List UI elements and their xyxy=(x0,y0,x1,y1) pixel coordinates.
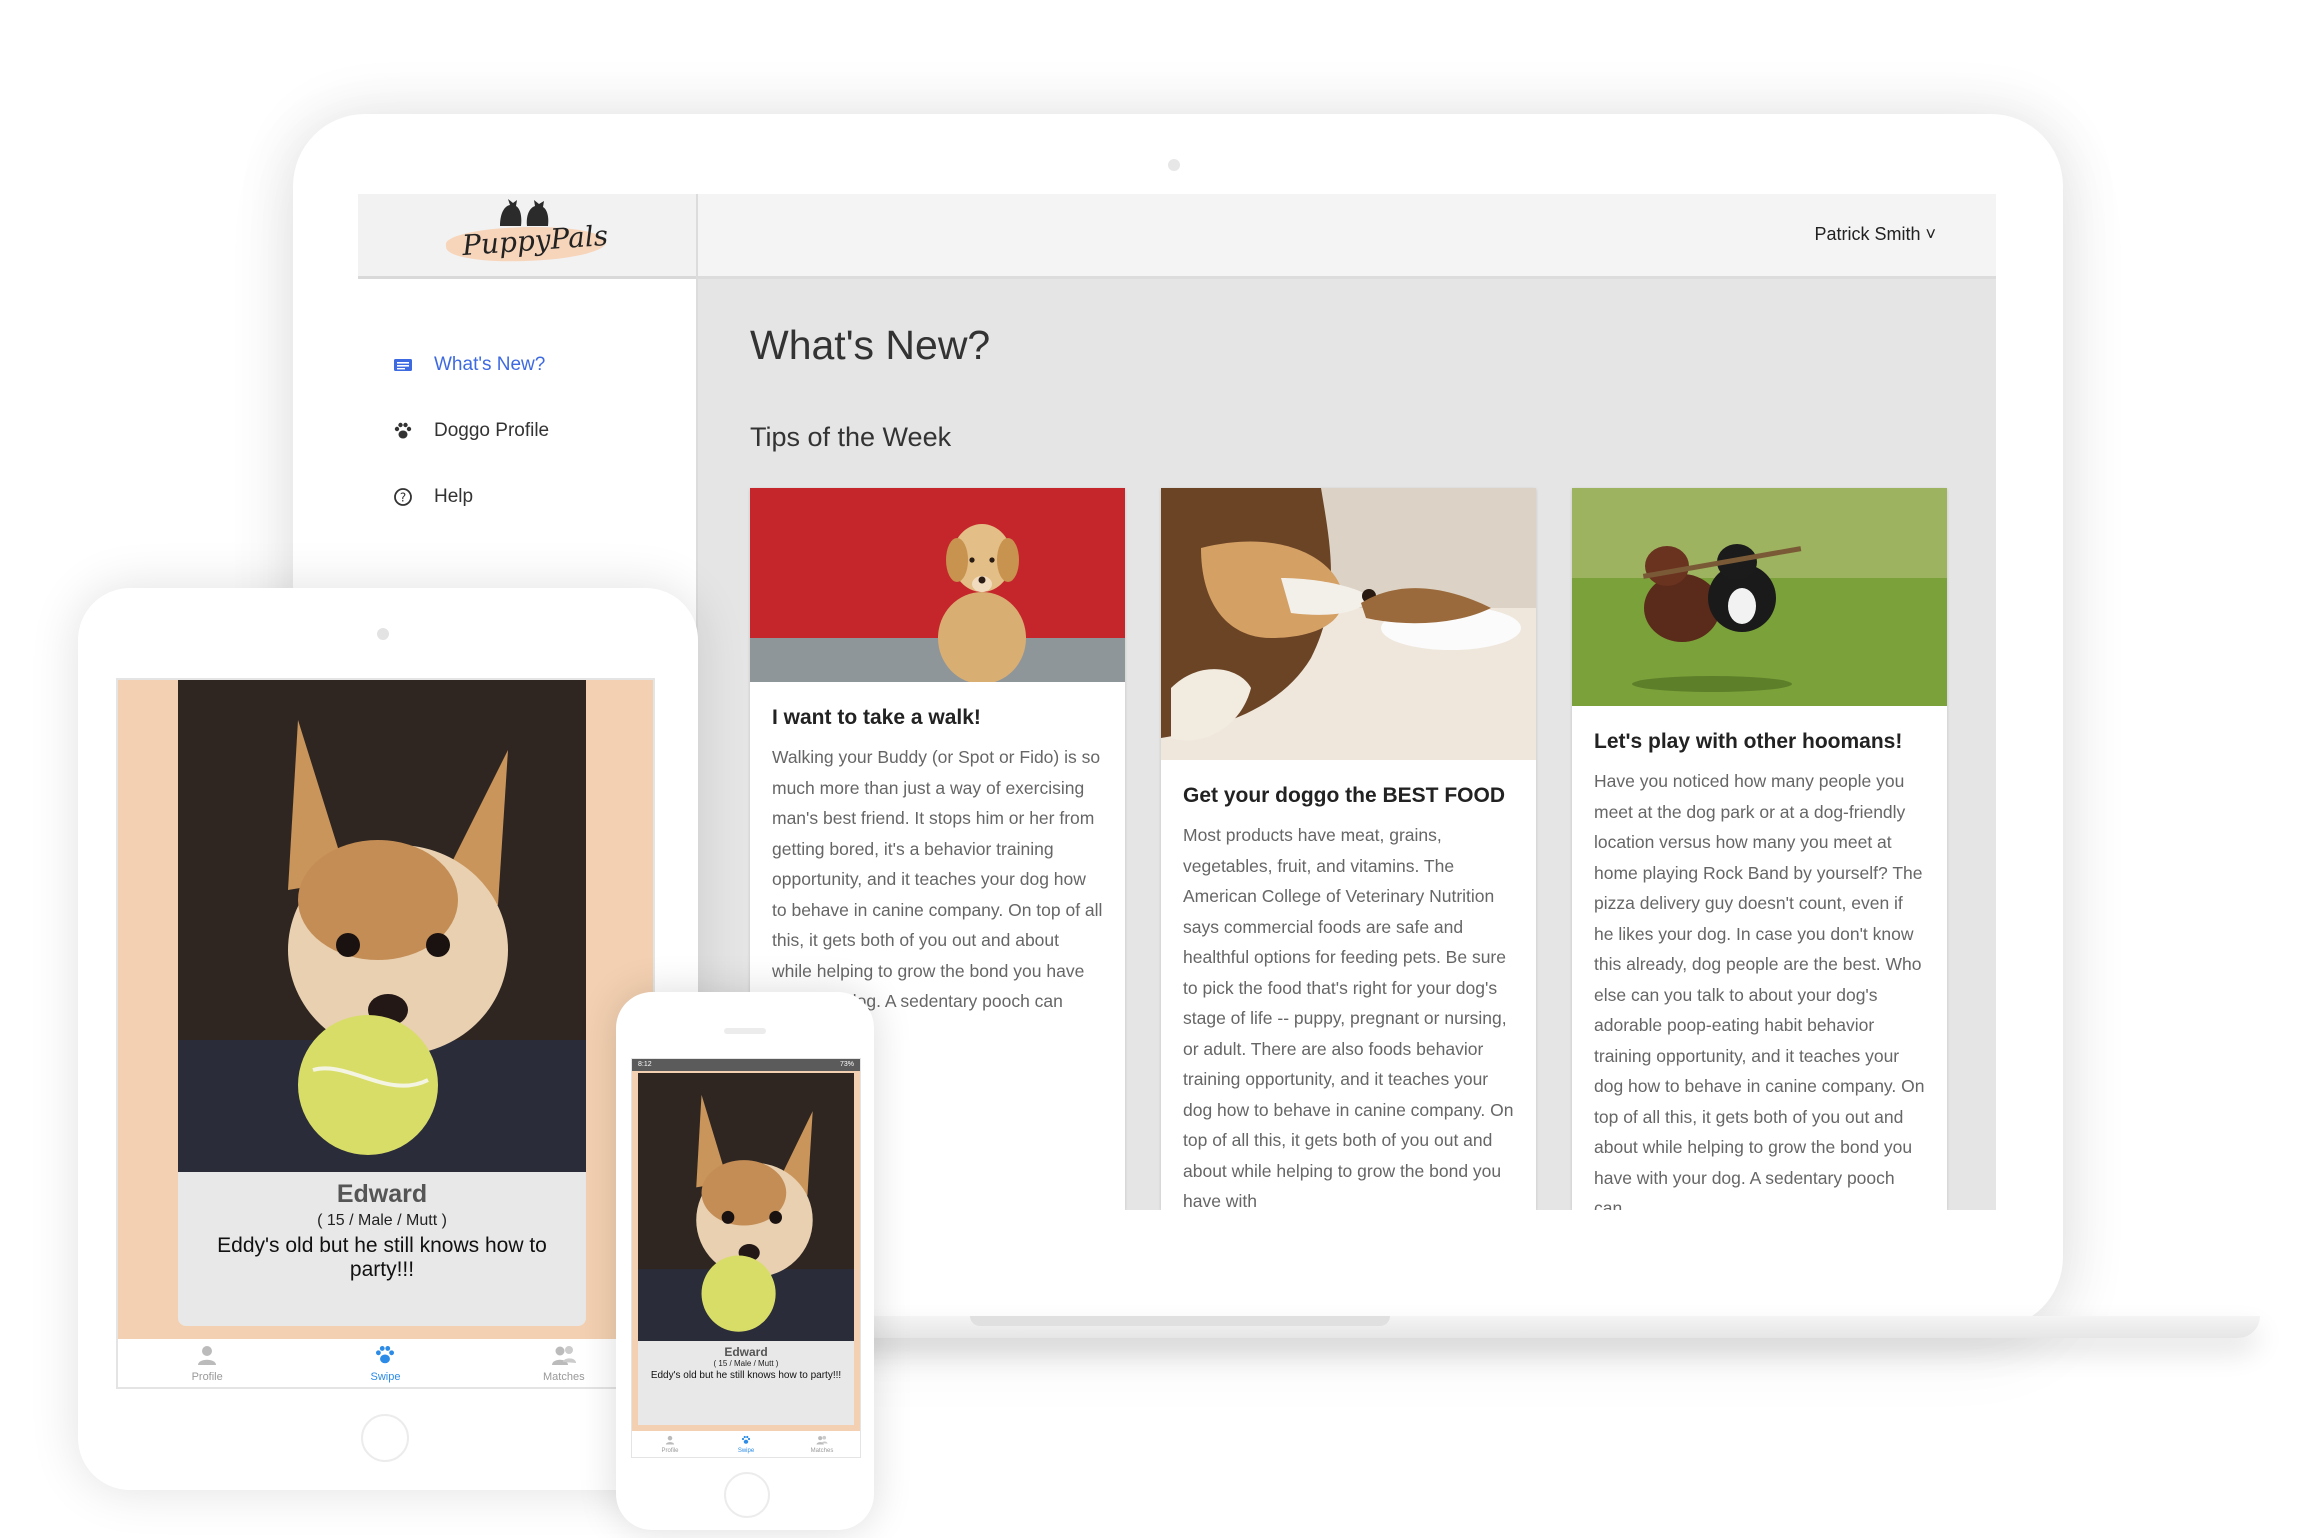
tab-label: Swipe xyxy=(737,1447,755,1454)
tab-label: Profile xyxy=(191,1370,223,1383)
tip-card-play[interactable]: Let's play with other hoomans! Have you … xyxy=(1572,488,1947,1210)
tab-matches[interactable]: Matches xyxy=(792,1435,852,1454)
user-name: Patrick Smith xyxy=(1814,224,1921,244)
svg-text:?: ? xyxy=(400,491,406,505)
tablet-screen: Edward ( 15 / Male / Mutt ) Eddy's old b… xyxy=(116,678,655,1389)
sidebar-item-whats-new[interactable]: What's New? xyxy=(358,332,696,398)
laptop-notch xyxy=(970,1316,1390,1326)
tablet-frame: Edward ( 15 / Male / Mutt ) Eddy's old b… xyxy=(78,588,698,1490)
tab-matches[interactable]: Matches xyxy=(504,1344,624,1383)
tablet-camera xyxy=(377,628,389,640)
brand-name: PuppyPals xyxy=(461,218,610,263)
sidebar-item-label: What's New? xyxy=(434,354,546,375)
status-time: 8:12 xyxy=(638,1061,652,1068)
tab-label: Profile xyxy=(661,1447,679,1454)
dog-name: Edward xyxy=(724,1345,768,1359)
tab-swipe[interactable]: Swipe xyxy=(716,1435,776,1454)
dog-description: Eddy's old but he still knows how to par… xyxy=(217,1234,547,1281)
sidebar-item-doggo-profile[interactable]: Doggo Profile xyxy=(358,398,696,464)
dog-photo[interactable] xyxy=(178,680,586,1172)
status-bar: 8:12 73% xyxy=(632,1059,860,1071)
person-icon xyxy=(147,1344,267,1371)
beagle-eating-image xyxy=(1161,488,1536,760)
top-bar: Patrick Smith ˅ xyxy=(698,194,1996,279)
chevron-down-icon: ˅ xyxy=(1925,224,1936,244)
tab-swipe[interactable]: Swipe xyxy=(325,1344,445,1383)
sidebar-nav: What's New? Doggo Profile ? Help xyxy=(358,332,696,530)
question-circle-icon: ? xyxy=(392,486,414,508)
paw-icon xyxy=(392,420,414,442)
people-icon xyxy=(792,1435,852,1448)
tip-card-food[interactable]: Get your doggo the BEST FOOD Most produc… xyxy=(1161,488,1536,1210)
card-title: Get your doggo the BEST FOOD xyxy=(1183,784,1505,807)
paw-icon xyxy=(716,1435,776,1448)
card-body: Walking your Buddy (or Spot or Fido) is … xyxy=(772,747,1103,1011)
dog-meta: ( 15 / Male / Mutt ) xyxy=(317,1212,447,1229)
dog-description: Eddy's old but he still knows how to par… xyxy=(650,1370,842,1381)
person-icon xyxy=(640,1435,700,1448)
tab-profile[interactable]: Profile xyxy=(147,1344,267,1383)
page-title: What's New? xyxy=(750,322,991,368)
tablet-tab-bar: Profile Swipe Matches xyxy=(118,1339,653,1387)
sidebar-item-help[interactable]: ? Help xyxy=(358,464,696,530)
tab-label: Swipe xyxy=(370,1370,401,1383)
card-body: Have you noticed how many people you mee… xyxy=(1594,771,1925,1210)
tab-profile[interactable]: Profile xyxy=(640,1435,700,1454)
golden-retriever-image xyxy=(750,488,1125,682)
card-title: Let's play with other hoomans! xyxy=(1594,730,1903,753)
phone-speaker xyxy=(724,1028,766,1034)
tab-label: Matches xyxy=(810,1447,834,1454)
card-body: Most products have meat, grains, vegetab… xyxy=(1183,825,1514,1210)
sidebar-item-label: Help xyxy=(434,486,474,507)
tab-label: Matches xyxy=(543,1370,585,1383)
phone-tab-bar: Profile Swipe Matches xyxy=(632,1431,860,1457)
paw-icon xyxy=(325,1344,445,1371)
card-title: I want to take a walk! xyxy=(772,706,981,729)
phone-screen: 8:12 73% Edward ( 15 / Male / Mutt ) Edd… xyxy=(631,1058,861,1458)
phone-frame: 8:12 73% Edward ( 15 / Male / Mutt ) Edd… xyxy=(616,992,874,1530)
user-menu[interactable]: Patrick Smith ˅ xyxy=(1814,224,1936,245)
phone-home-button[interactable] xyxy=(724,1472,770,1518)
people-icon xyxy=(504,1344,624,1371)
brand-logo[interactable]: PuppyPals xyxy=(358,194,696,279)
dog-meta: ( 15 / Male / Mutt ) xyxy=(713,1359,779,1368)
laptop-camera xyxy=(1168,159,1180,171)
tablet-home-button[interactable] xyxy=(361,1414,409,1462)
status-battery: 73% xyxy=(839,1061,854,1068)
sidebar-item-label: Doggo Profile xyxy=(434,420,550,441)
dog-name: Edward xyxy=(336,1180,428,1208)
dog-photo[interactable] xyxy=(638,1073,854,1341)
profile-info: Edward ( 15 / Male / Mutt ) Eddy's old b… xyxy=(638,1341,854,1425)
dogs-playing-image xyxy=(1572,488,1947,706)
newspaper-icon xyxy=(392,354,414,376)
profile-info: Edward ( 15 / Male / Mutt ) Eddy's old b… xyxy=(178,1172,586,1326)
section-title: Tips of the Week xyxy=(750,422,952,452)
